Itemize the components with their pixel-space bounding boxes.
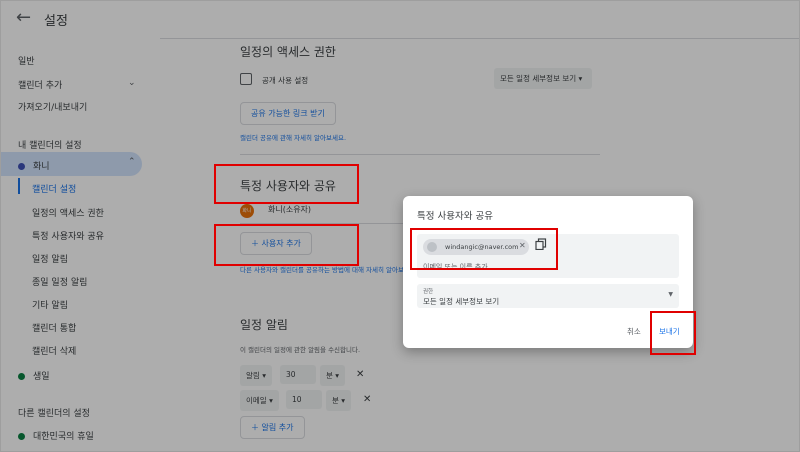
dialog-title: 특정 사용자와 공유 <box>417 211 493 222</box>
settings-page: ← 설정 일반 캘린더 추가 ⌄ 가져오기/내보내기 내 캘린더의 설정 화니 … <box>0 0 800 452</box>
permission-select[interactable]: 권한 모든 일정 세부정보 보기 ▼ <box>417 284 679 308</box>
highlight-box-add-user <box>214 224 359 266</box>
caret-down-icon: ▼ <box>668 291 673 298</box>
highlight-box-send <box>650 311 696 355</box>
permission-label: 권한 <box>423 289 434 295</box>
cancel-button[interactable]: 취소 <box>627 326 641 337</box>
highlight-box-share-title <box>214 164 359 204</box>
highlight-box-email-chip <box>410 228 558 270</box>
permission-value: 모든 일정 세부정보 보기 <box>423 297 500 306</box>
